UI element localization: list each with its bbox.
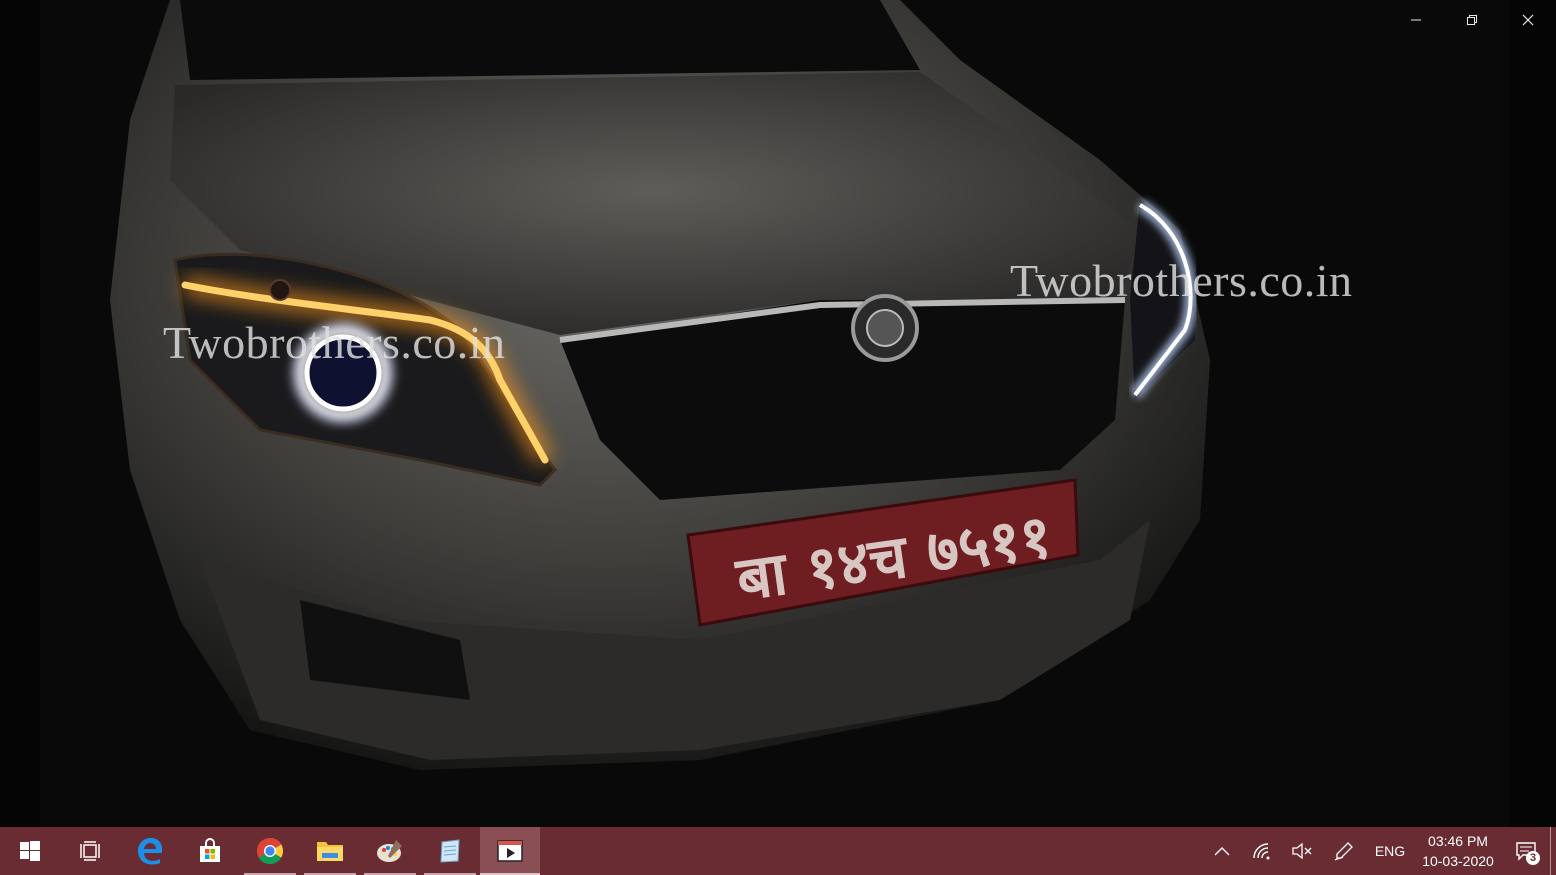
close-button[interactable] [1500, 0, 1556, 40]
pen-icon [1334, 842, 1353, 861]
minimize-button[interactable] [1388, 0, 1444, 40]
car-photo: बा १४च ७५११ [0, 0, 1556, 827]
paint-icon [377, 840, 402, 862]
minimize-icon [1411, 19, 1421, 21]
watermark-right: Twobrothers.co.in [1010, 255, 1353, 306]
action-center-button[interactable]: 3 [1502, 827, 1550, 875]
close-icon [1522, 14, 1534, 26]
taskbar: ENG 03:46 PM 10-03-2020 3 [0, 827, 1556, 875]
volume-button[interactable] [1282, 827, 1322, 875]
video-player-icon [497, 840, 523, 862]
file-explorer-icon [317, 842, 343, 861]
taskbar-notepad[interactable] [420, 827, 480, 875]
restore-button[interactable] [1444, 0, 1500, 40]
notification-count-badge: 3 [1526, 851, 1540, 865]
taskbar-video-player[interactable] [480, 827, 540, 875]
clock[interactable]: 03:46 PM 10-03-2020 [1414, 827, 1502, 875]
task-view-icon [80, 841, 100, 861]
clock-time: 03:46 PM [1428, 833, 1488, 849]
chevron-up-icon [1214, 847, 1230, 856]
show-desktop-button[interactable] [1550, 827, 1556, 875]
windows-start-icon [20, 841, 40, 861]
clock-date: 10-03-2020 [1422, 853, 1494, 869]
watermark-left: Twobrothers.co.in [163, 317, 506, 368]
input-language[interactable]: ENG [1366, 827, 1414, 875]
start-button[interactable] [0, 827, 60, 875]
edge-icon [138, 838, 162, 865]
task-view-button[interactable] [60, 827, 120, 875]
taskbar-store[interactable] [180, 827, 240, 875]
photo-viewer: बा १४च ७५११ Twobrothers.co.in Twobrother… [0, 0, 1556, 827]
store-icon [200, 838, 220, 862]
taskbar-file-explorer[interactable] [300, 827, 360, 875]
notepad-icon [440, 839, 460, 863]
network-button[interactable] [1242, 827, 1282, 875]
system-tray: ENG 03:46 PM 10-03-2020 3 [1202, 827, 1556, 875]
volume-muted-icon [1292, 842, 1312, 860]
show-hidden-icons-button[interactable] [1202, 827, 1242, 875]
wifi-icon [1253, 843, 1270, 860]
taskbar-paint[interactable] [360, 827, 420, 875]
restore-icon [1467, 15, 1477, 25]
taskbar-chrome[interactable] [240, 827, 300, 875]
taskbar-edge[interactable] [120, 827, 180, 875]
pen-workspace-button[interactable] [1322, 827, 1366, 875]
chrome-icon [256, 837, 284, 865]
window-controls [1388, 0, 1556, 40]
